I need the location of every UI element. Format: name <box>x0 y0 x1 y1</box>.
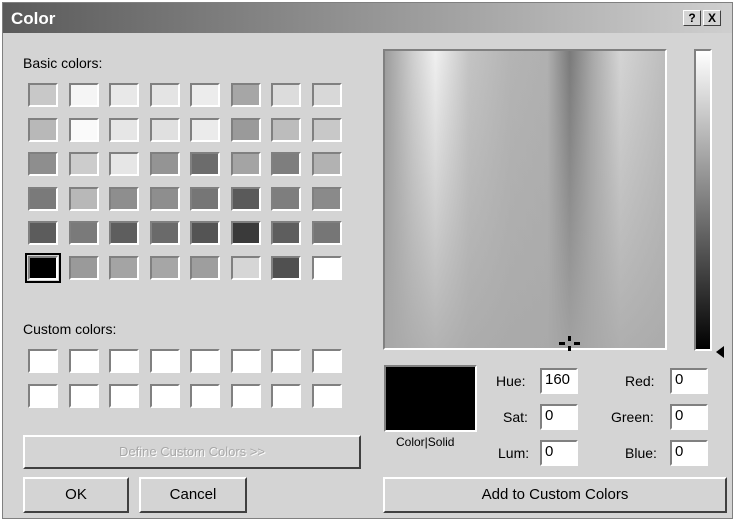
custom-color-swatch[interactable] <box>149 349 180 373</box>
basic-color-swatch[interactable] <box>230 186 261 211</box>
basic-color-swatch[interactable] <box>271 221 301 245</box>
basic-color-swatch[interactable] <box>109 83 139 107</box>
custom-color-swatch[interactable] <box>109 349 139 373</box>
basic-color-swatch[interactable] <box>271 255 301 280</box>
basic-color-swatch[interactable] <box>311 83 342 107</box>
basic-color-swatch[interactable] <box>68 221 99 245</box>
basic-color-swatch[interactable] <box>271 83 301 107</box>
color-dialog: Color ? X Basic colors: Custom colors: D… <box>2 2 733 519</box>
define-custom-colors-button[interactable]: Define Custom Colors >> <box>23 435 361 469</box>
sat-label: Sat: <box>503 409 528 425</box>
basic-colors-label: Basic colors: <box>23 55 103 71</box>
basic-color-swatch[interactable] <box>149 117 180 142</box>
custom-color-swatch[interactable] <box>109 384 139 408</box>
custom-color-swatch[interactable] <box>311 349 342 373</box>
basic-color-swatch[interactable] <box>68 117 99 142</box>
basic-color-swatch[interactable] <box>190 186 220 211</box>
basic-color-swatch[interactable] <box>311 255 342 280</box>
title-bar: Color ? X <box>3 3 732 33</box>
luminance-slider[interactable] <box>694 49 712 351</box>
blue-label: Blue: <box>625 445 657 461</box>
basic-color-swatch[interactable] <box>311 117 342 142</box>
custom-colors-label: Custom colors: <box>23 321 117 337</box>
basic-color-swatch[interactable] <box>68 83 99 107</box>
basic-color-swatch[interactable] <box>230 221 261 245</box>
basic-color-swatch[interactable] <box>311 152 342 176</box>
basic-color-swatch[interactable] <box>311 221 342 245</box>
help-button[interactable]: ? <box>683 10 701 26</box>
basic-color-swatch[interactable] <box>230 255 261 280</box>
close-button[interactable]: X <box>703 10 721 26</box>
basic-color-swatch[interactable] <box>230 117 261 142</box>
basic-color-swatch[interactable] <box>149 255 180 280</box>
color-solid-label: Color|Solid <box>396 435 455 449</box>
basic-color-swatch[interactable] <box>28 186 58 211</box>
basic-color-swatch[interactable] <box>190 255 220 280</box>
basic-color-swatch[interactable] <box>230 83 261 107</box>
custom-color-swatch[interactable] <box>230 384 261 408</box>
sat-field[interactable]: 0 <box>540 404 578 430</box>
basic-color-swatch[interactable] <box>190 117 220 142</box>
basic-color-swatch[interactable] <box>28 83 58 107</box>
custom-color-swatch[interactable] <box>28 349 58 373</box>
basic-color-swatch[interactable] <box>109 255 139 280</box>
custom-color-swatch[interactable] <box>271 349 301 373</box>
cancel-button[interactable]: Cancel <box>139 477 247 513</box>
basic-color-swatch[interactable] <box>190 83 220 107</box>
basic-color-swatch[interactable] <box>25 252 61 283</box>
window-title: Color <box>11 9 56 28</box>
basic-color-swatch[interactable] <box>271 152 301 176</box>
blue-field[interactable]: 0 <box>670 440 708 466</box>
basic-color-swatch[interactable] <box>271 117 301 142</box>
basic-color-swatch[interactable] <box>190 152 220 176</box>
basic-color-swatch[interactable] <box>311 186 342 211</box>
custom-color-swatch[interactable] <box>190 384 220 408</box>
basic-color-swatch[interactable] <box>271 186 301 211</box>
add-to-custom-colors-button[interactable]: Add to Custom Colors <box>383 477 727 513</box>
custom-color-swatch[interactable] <box>28 384 58 408</box>
basic-color-swatch[interactable] <box>149 186 180 211</box>
green-field[interactable]: 0 <box>670 404 708 430</box>
custom-color-swatch[interactable] <box>190 349 220 373</box>
basic-color-swatch[interactable] <box>109 117 139 142</box>
hue-field[interactable]: 160 <box>540 368 578 394</box>
luminance-arrow-icon[interactable] <box>715 346 725 358</box>
green-label: Green: <box>611 409 654 425</box>
basic-color-swatch[interactable] <box>149 221 180 245</box>
color-spectrum[interactable] <box>383 49 667 350</box>
lum-field[interactable]: 0 <box>540 440 578 466</box>
basic-color-swatch[interactable] <box>68 152 99 176</box>
basic-color-swatch[interactable] <box>28 152 58 176</box>
red-field[interactable]: 0 <box>670 368 708 394</box>
lum-label: Lum: <box>498 445 530 461</box>
basic-color-swatch[interactable] <box>149 83 180 107</box>
basic-color-swatch[interactable] <box>28 117 58 142</box>
color-solid-preview <box>384 365 477 432</box>
basic-color-swatch[interactable] <box>109 221 139 245</box>
basic-color-swatch[interactable] <box>190 221 220 245</box>
custom-color-swatch[interactable] <box>271 384 301 408</box>
custom-color-swatch[interactable] <box>311 384 342 408</box>
custom-color-swatch[interactable] <box>68 384 99 408</box>
hue-label: Hue: <box>496 373 526 389</box>
basic-color-swatch[interactable] <box>68 186 99 211</box>
red-label: Red: <box>625 373 655 389</box>
spectrum-crosshair-icon[interactable] <box>559 336 581 352</box>
basic-color-swatch[interactable] <box>28 221 58 245</box>
basic-color-swatch[interactable] <box>68 255 99 280</box>
custom-color-swatch[interactable] <box>230 349 261 373</box>
basic-color-swatch[interactable] <box>109 186 139 211</box>
basic-color-swatch[interactable] <box>230 152 261 176</box>
ok-button[interactable]: OK <box>23 477 129 513</box>
basic-color-swatch[interactable] <box>149 152 180 176</box>
custom-color-swatch[interactable] <box>149 384 180 408</box>
basic-color-swatch[interactable] <box>109 152 139 176</box>
custom-color-swatch[interactable] <box>68 349 99 373</box>
